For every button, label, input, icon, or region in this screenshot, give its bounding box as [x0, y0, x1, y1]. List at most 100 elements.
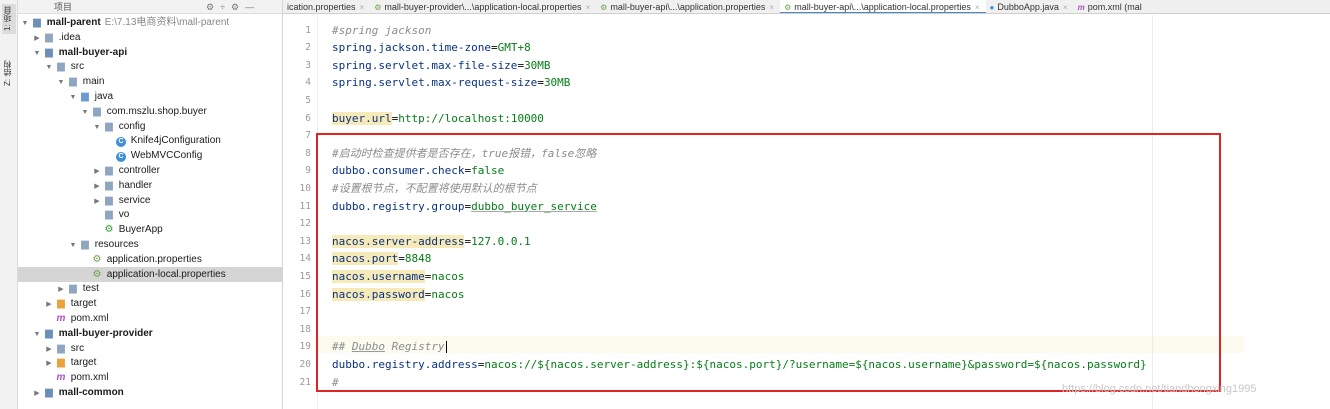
tree-item[interactable]: ▼ ▆ mall-buyer-api — [18, 45, 282, 61]
tree-item[interactable]: ▼ ▆ src — [18, 59, 282, 75]
tree-item-label: controller — [116, 165, 160, 176]
tree-item[interactable]: m pom.xml — [18, 370, 282, 385]
collapse-icon[interactable]: ÷ — [220, 2, 231, 12]
tree-item[interactable]: ⚙ application-local.properties — [18, 266, 282, 282]
editor-tab-label: mall-buyer-api\...\application-local.pro… — [794, 2, 971, 12]
editor-tab[interactable]: ⚙ mall-buyer-api\...\application-local.pr… — [780, 0, 986, 13]
tree-item[interactable]: ▶ ▆ .idea — [18, 30, 282, 46]
tree-item-label: BuyerApp — [116, 224, 163, 236]
structure-tool-tab[interactable]: Z: 结构 — [2, 58, 16, 88]
close-icon[interactable]: × — [585, 3, 590, 12]
close-icon[interactable]: × — [975, 3, 980, 12]
tree-item[interactable]: ▶ ▆ controller — [18, 163, 282, 179]
editor-tab[interactable]: m pom.xml (mal — [1074, 0, 1148, 13]
chevron-right-icon[interactable]: ▶ — [32, 31, 42, 46]
chevron-down-icon[interactable]: ▼ — [32, 46, 42, 61]
code-line: #启动时检查提供者是否存在，true报错，false忽略 — [332, 145, 596, 163]
tree-item[interactable]: C WebMVCConfig — [18, 148, 282, 163]
excluded-folder-icon: ▆ — [57, 298, 65, 310]
tool-window-strip: 1: 项目 Z: 结构 — [0, 0, 18, 409]
chevron-right-icon[interactable]: ▶ — [44, 297, 54, 312]
close-icon[interactable]: × — [769, 3, 774, 12]
chevron-right-icon[interactable]: ▶ — [92, 194, 102, 209]
code-token: http://localhost:10000 — [398, 111, 544, 125]
tree-item[interactable]: m pom.xml — [18, 311, 282, 326]
tree-item[interactable]: C Knife4jConfiguration — [18, 133, 282, 148]
tree-item[interactable]: ⚙ application.properties — [18, 252, 282, 267]
chevron-right-icon[interactable]: ▶ — [92, 164, 102, 179]
line-number: 20 — [299, 358, 311, 370]
maven-icon: m — [1077, 3, 1085, 12]
tree-item[interactable]: ▼ ▆ mall-buyer-provider — [18, 326, 282, 342]
code-line: spring.servlet.max-file-size=30MB — [332, 57, 551, 75]
chevron-down-icon[interactable]: ▼ — [44, 60, 54, 75]
tree-item[interactable]: ▶ ▆ target — [18, 296, 282, 312]
editor-tab[interactable]: ⚙ mall-buyer-provider\...\application-loc… — [370, 0, 596, 13]
chevron-right-icon[interactable]: ▶ — [44, 356, 54, 371]
tree-item[interactable]: ▼ ▆ java — [18, 89, 282, 105]
right-margin-guide — [1152, 15, 1153, 409]
tree-item[interactable]: ▶ ▆ test — [18, 281, 282, 297]
tree-item-label: resources — [92, 239, 139, 250]
tree-item[interactable]: ▶ ▆ mall-common — [18, 385, 282, 401]
line-number: 7 — [305, 130, 311, 142]
chevron-down-icon[interactable]: ▼ — [68, 90, 78, 105]
chevron-down-icon[interactable]: ▼ — [20, 16, 30, 31]
editor-tab[interactable]: ⚙ mall-buyer-api\...\application.properti… — [596, 0, 780, 13]
editor-tab-label: mall-buyer-provider\...\application-loca… — [384, 2, 582, 12]
chevron-down-icon[interactable]: ▼ — [68, 238, 78, 253]
code-token: false — [471, 164, 505, 178]
module-folder-icon: ▆ — [33, 17, 41, 28]
line-number: 17 — [299, 306, 311, 318]
chevron-down-icon[interactable]: ▼ — [80, 105, 90, 120]
editor-tab[interactable]: ication.properties × — [283, 0, 370, 13]
tree-item[interactable]: ▶ ▆ src — [18, 341, 282, 357]
code-line: dubbo.registry.address=nacos://${nacos.s… — [332, 356, 1147, 374]
tree-item[interactable]: ⚙ BuyerApp — [18, 222, 282, 237]
hide-icon[interactable]: — — [245, 2, 260, 12]
tree-item-label: target — [68, 357, 97, 369]
code-token: 8848 — [404, 252, 432, 266]
tree-item-label: main — [80, 76, 105, 88]
code-token: 30MB — [524, 58, 551, 72]
tree-item[interactable]: ▼ ▆ com.mszlu.shop.buyer — [18, 104, 282, 120]
class-icon: C — [116, 152, 126, 163]
chevron-down-icon[interactable]: ▼ — [56, 75, 66, 90]
folder-icon: ▆ — [45, 31, 53, 43]
code-token: dubbo_buyer_service — [471, 199, 597, 213]
tree-item[interactable]: ▼ ▆ mall-parent E:\7.13电商资料\mall-parent — [18, 15, 282, 31]
tree-item-label: test — [80, 283, 99, 295]
tree-item[interactable]: ▼ ▆ config — [18, 119, 282, 135]
chevron-right-icon[interactable]: ▶ — [32, 386, 42, 401]
chevron-right-icon[interactable]: ▶ — [56, 282, 66, 297]
source-folder-icon: ▆ — [81, 91, 89, 102]
project-panel-title[interactable]: 项目 — [54, 2, 72, 12]
tree-item[interactable]: ▶ ▆ handler — [18, 178, 282, 194]
tree-item-label: application-local.properties — [104, 268, 226, 280]
tree-item[interactable]: ▶ ▆ service — [18, 193, 282, 209]
properties-file-icon: ⚙ — [784, 3, 792, 12]
close-icon[interactable]: × — [1063, 3, 1068, 12]
maven-icon: m — [56, 313, 66, 324]
folder-icon: ▆ — [69, 283, 77, 295]
close-icon[interactable]: × — [360, 3, 365, 12]
options-icon[interactable]: ⚙ — [231, 2, 245, 12]
chevron-right-icon[interactable]: ▶ — [92, 179, 102, 194]
code-token: nacos.server-address — [332, 234, 465, 248]
code-line: spring.jackson.time-zone=GMT+8 — [332, 39, 531, 57]
tree-item[interactable]: ▶ ▆ target — [18, 355, 282, 371]
chevron-right-icon[interactable]: ▶ — [44, 342, 54, 357]
editor-tab[interactable]: ● DubboApp.java × — [986, 0, 1074, 13]
chevron-down-icon[interactable]: ▼ — [32, 327, 42, 342]
tree-item[interactable]: ▆ vo — [18, 207, 282, 222]
tree-item[interactable]: ▼ ▆ resources — [18, 237, 282, 253]
line-number: 2 — [305, 42, 311, 54]
tree-item[interactable]: ▼ ▆ main — [18, 74, 282, 90]
settings-gear-icon[interactable]: ⚙ — [206, 2, 220, 12]
code-editor[interactable]: #spring jackson spring.jackson.time-zone=… — [318, 15, 1330, 409]
excluded-folder-icon: ▆ — [57, 357, 65, 369]
code-token: nacos.username — [332, 269, 425, 283]
line-number: 21 — [299, 376, 311, 388]
chevron-down-icon[interactable]: ▼ — [92, 120, 102, 135]
project-tool-tab[interactable]: 1: 项目 — [2, 4, 16, 34]
